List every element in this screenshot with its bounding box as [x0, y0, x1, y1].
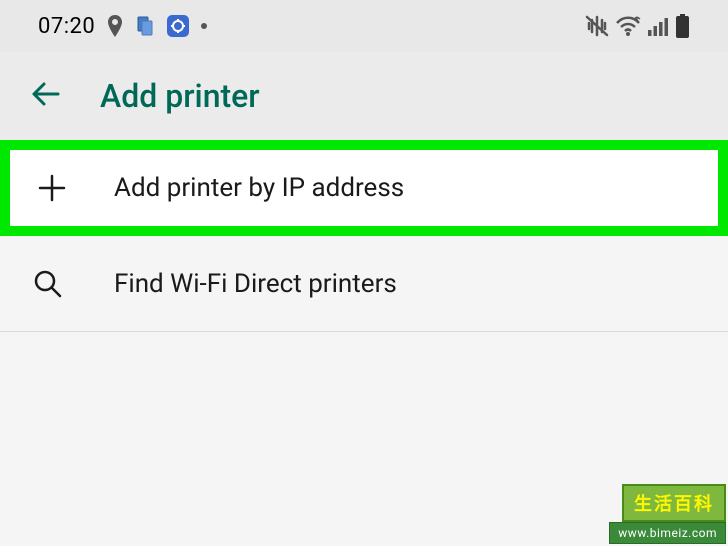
- status-left: 07:20: [38, 14, 207, 39]
- status-time: 07:20: [38, 14, 95, 39]
- back-arrow-icon[interactable]: [30, 78, 62, 114]
- vibrate-icon: [585, 15, 609, 37]
- watermark: 生活百科 www.bimeiz.com: [609, 484, 726, 544]
- location-icon: [107, 15, 123, 37]
- add-printer-by-ip-row[interactable]: Add printer by IP address: [0, 140, 728, 236]
- status-right: [585, 14, 690, 38]
- app-header: Add printer: [0, 52, 728, 140]
- status-bar: 07:20: [0, 0, 728, 52]
- plus-icon: [34, 173, 70, 203]
- app-icon-2: [167, 15, 189, 37]
- find-wifi-direct-label: Find Wi-Fi Direct printers: [114, 269, 397, 299]
- battery-icon: [675, 14, 690, 38]
- search-icon: [30, 269, 66, 299]
- watermark-url: www.bimeiz.com: [609, 522, 726, 544]
- app-icon-1: [135, 16, 155, 36]
- signal-icon: [647, 16, 669, 36]
- find-wifi-direct-row[interactable]: Find Wi-Fi Direct printers: [0, 236, 728, 332]
- watermark-text: 生活百科: [622, 484, 726, 522]
- wifi-icon: [615, 15, 641, 37]
- add-by-ip-label: Add printer by IP address: [114, 173, 404, 203]
- dot-icon: [201, 23, 207, 29]
- page-title: Add printer: [100, 77, 260, 115]
